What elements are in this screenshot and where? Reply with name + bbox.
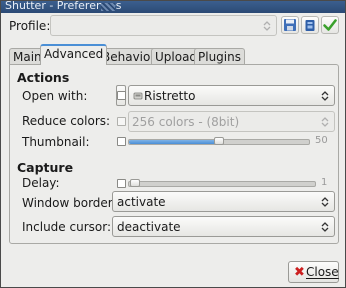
open-with-combo[interactable]: Ristretto <box>128 85 335 106</box>
thumbnail-value: 50 <box>315 135 328 146</box>
close-button[interactable]: ✖ Close <box>288 261 339 283</box>
title-bar[interactable]: Shutter - Preferences <box>1 0 345 13</box>
delete-icon <box>305 20 315 31</box>
thumbnail-checkbox[interactable] <box>117 137 126 146</box>
profile-label: Profile: <box>9 19 51 33</box>
thumbnail-slider[interactable] <box>128 137 310 145</box>
reduce-colors-checkbox[interactable] <box>117 117 126 126</box>
apply-profile-button[interactable] <box>321 16 339 34</box>
window-border-combo[interactable]: activate <box>112 191 335 212</box>
include-cursor-value: deactivate <box>117 220 181 234</box>
close-button-label: Close <box>306 265 339 279</box>
open-with-value: Ristretto <box>144 89 196 103</box>
chevron-updown-icon <box>263 20 271 31</box>
capture-heading: Capture <box>17 160 74 175</box>
profile-combo[interactable] <box>50 15 277 36</box>
chevron-updown-icon <box>321 90 329 101</box>
window-border-label: Window border: <box>22 196 117 210</box>
advanced-panel: Actions Open with: Ristretto Reduce colo… <box>9 64 339 244</box>
open-with-label: Open with: <box>22 89 88 103</box>
reduce-colors-combo[interactable]: 256 colors - (8bit) <box>128 111 335 132</box>
tab-plugins[interactable]: Plugins <box>194 48 245 65</box>
actions-heading: Actions <box>17 70 70 85</box>
delay-value: 1 <box>321 177 328 188</box>
thumbnail-label: Thumbnail: <box>22 135 90 149</box>
thumbnail-slider-handle[interactable] <box>214 137 224 145</box>
delay-slider[interactable] <box>128 179 316 187</box>
open-with-checkbox <box>117 91 126 100</box>
window-border-value: activate <box>117 195 166 209</box>
delay-slider-handle[interactable] <box>130 179 140 187</box>
preferences-window: Shutter - Preferences Profile: Main Adva… <box>0 0 346 288</box>
delay-label: Delay: <box>22 176 60 190</box>
apply-icon <box>323 19 337 31</box>
save-profile-button[interactable] <box>281 16 299 34</box>
reduce-colors-label: Reduce colors: <box>22 114 111 128</box>
title-grip <box>101 3 115 11</box>
chevron-updown-icon <box>321 116 329 127</box>
thumbnail-slider-fill <box>129 140 219 144</box>
save-icon <box>284 19 296 31</box>
include-cursor-label: Include cursor: <box>22 220 111 234</box>
open-with-toggle[interactable] <box>116 85 126 106</box>
delete-profile-button[interactable] <box>301 16 319 34</box>
tab-advanced[interactable]: Advanced <box>40 44 108 65</box>
ristretto-app-icon <box>133 92 143 100</box>
include-cursor-combo[interactable]: deactivate <box>112 216 335 237</box>
chevron-updown-icon <box>321 221 329 232</box>
chevron-updown-icon <box>321 196 329 207</box>
close-icon: ✖ <box>294 265 305 280</box>
delay-checkbox[interactable] <box>117 179 126 188</box>
reduce-colors-value: 256 colors - (8bit) <box>132 115 240 129</box>
